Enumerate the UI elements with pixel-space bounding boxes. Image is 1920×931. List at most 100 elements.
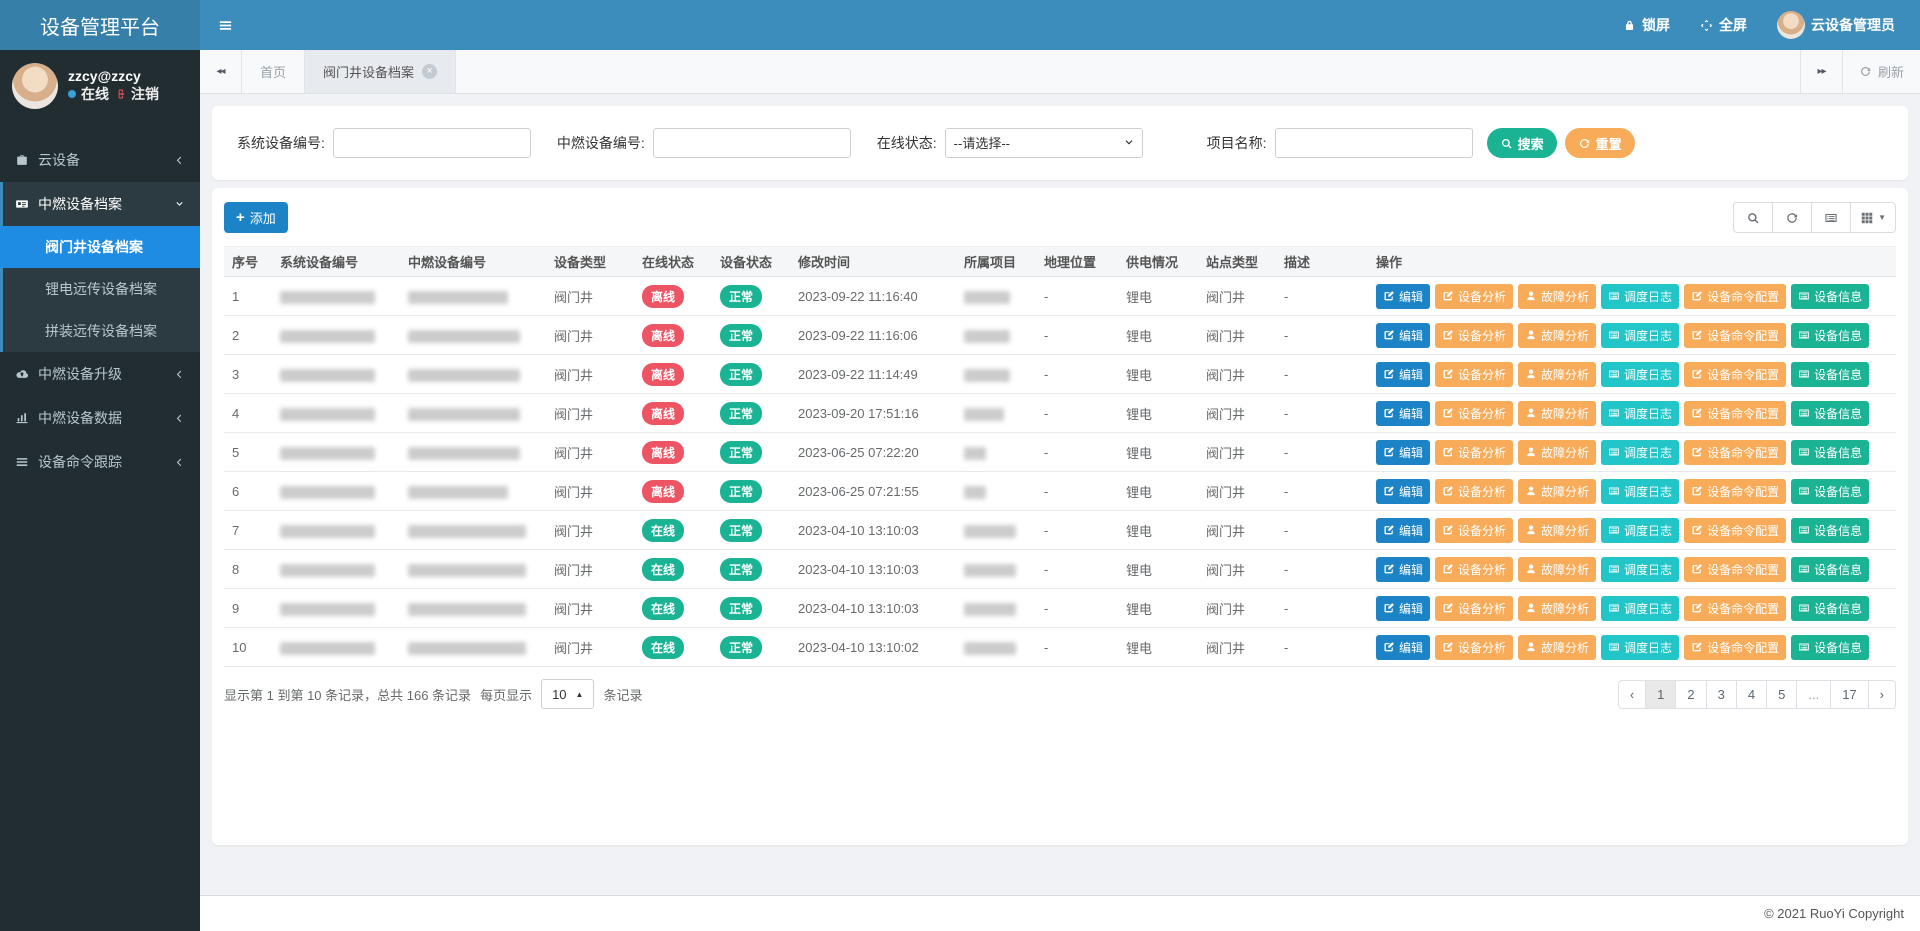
reset-button[interactable]: 重置 [1565, 128, 1635, 158]
device-command-config-button[interactable]: 设备命令配置 [1684, 596, 1786, 621]
dispatch-log-button[interactable]: 调度日志 [1601, 596, 1679, 621]
detail-view-button[interactable] [1811, 202, 1851, 233]
device-info-button[interactable]: 设备信息 [1791, 401, 1869, 426]
device-command-config-button[interactable]: 设备命令配置 [1684, 284, 1786, 309]
sidebar-item-cloud-device[interactable]: 云设备 [0, 138, 200, 182]
toggle-columns-button[interactable]: ▼ [1850, 202, 1896, 233]
system-device-no-input[interactable] [333, 128, 531, 158]
fault-analysis-button[interactable]: 故障分析 [1518, 401, 1596, 426]
edit-button[interactable]: 编辑 [1376, 362, 1430, 387]
device-analysis-button[interactable]: 设备分析 [1435, 557, 1513, 582]
device-command-config-button[interactable]: 设备命令配置 [1684, 362, 1786, 387]
refresh-tab-button[interactable]: 刷新 [1842, 50, 1920, 93]
page-17-link[interactable]: 17 [1830, 680, 1868, 709]
sidebar-item-zr-device-upgrade[interactable]: 中燃设备升级 [0, 352, 200, 396]
project-name-input[interactable] [1275, 128, 1473, 158]
edit-button[interactable]: 编辑 [1376, 401, 1430, 426]
page-next-link[interactable]: › [1868, 680, 1896, 709]
table-refresh-button[interactable] [1772, 202, 1812, 233]
device-command-config-button[interactable]: 设备命令配置 [1684, 557, 1786, 582]
device-analysis-button[interactable]: 设备分析 [1435, 518, 1513, 543]
device-info-button[interactable]: 设备信息 [1791, 596, 1869, 621]
fault-analysis-button[interactable]: 故障分析 [1518, 596, 1596, 621]
device-info-button[interactable]: 设备信息 [1791, 635, 1869, 660]
device-analysis-button[interactable]: 设备分析 [1435, 440, 1513, 465]
edit-button[interactable]: 编辑 [1376, 284, 1430, 309]
tabs-scroll-right-button[interactable]: ▸▸ [1800, 50, 1842, 93]
page-2-link[interactable]: 2 [1675, 680, 1706, 709]
device-command-config-button[interactable]: 设备命令配置 [1684, 635, 1786, 660]
dispatch-log-button[interactable]: 调度日志 [1601, 518, 1679, 543]
search-button[interactable]: 搜索 [1487, 128, 1557, 158]
tab-valve-well-archive[interactable]: 阀门井设备档案× [305, 50, 456, 93]
fault-analysis-button[interactable]: 故障分析 [1518, 284, 1596, 309]
device-command-config-button[interactable]: 设备命令配置 [1684, 479, 1786, 504]
sidebar-item-zr-device-archive[interactable]: 中燃设备档案 [3, 182, 200, 226]
device-analysis-button[interactable]: 设备分析 [1435, 362, 1513, 387]
sidebar-subitem-assembled-remote-archive[interactable]: 拼装远传设备档案 [3, 310, 200, 352]
fullscreen-button[interactable]: 全屏 [1685, 0, 1762, 50]
dispatch-log-button[interactable]: 调度日志 [1601, 323, 1679, 348]
edit-button[interactable]: 编辑 [1376, 596, 1430, 621]
tabs-scroll-left-button[interactable]: ◂◂ [200, 50, 242, 93]
device-command-config-button[interactable]: 设备命令配置 [1684, 518, 1786, 543]
page-ellipsis-link[interactable]: ... [1796, 680, 1831, 709]
device-analysis-button[interactable]: 设备分析 [1435, 596, 1513, 621]
dispatch-log-button[interactable]: 调度日志 [1601, 479, 1679, 504]
device-info-button[interactable]: 设备信息 [1791, 362, 1869, 387]
dispatch-log-button[interactable]: 调度日志 [1601, 401, 1679, 426]
edit-button[interactable]: 编辑 [1376, 440, 1430, 465]
page-1-link[interactable]: 1 [1645, 680, 1676, 709]
device-command-config-button[interactable]: 设备命令配置 [1684, 323, 1786, 348]
sidebar-subitem-valve-well-archive[interactable]: 阀门井设备档案 [0, 226, 200, 268]
fault-analysis-button[interactable]: 故障分析 [1518, 440, 1596, 465]
dispatch-log-button[interactable]: 调度日志 [1601, 440, 1679, 465]
add-button[interactable]: + 添加 [224, 202, 288, 233]
online-status-select[interactable]: --请选择-- [945, 128, 1143, 158]
lock-screen-button[interactable]: 锁屏 [1608, 0, 1685, 50]
fault-analysis-button[interactable]: 故障分析 [1518, 323, 1596, 348]
device-analysis-button[interactable]: 设备分析 [1435, 323, 1513, 348]
device-info-button[interactable]: 设备信息 [1791, 323, 1869, 348]
tab-close-icon[interactable]: × [422, 64, 437, 79]
page-5-link[interactable]: 5 [1766, 680, 1797, 709]
device-info-button[interactable]: 设备信息 [1791, 518, 1869, 543]
fault-analysis-button[interactable]: 故障分析 [1518, 479, 1596, 504]
dispatch-log-button[interactable]: 调度日志 [1601, 362, 1679, 387]
edit-button[interactable]: 编辑 [1376, 479, 1430, 504]
dispatch-log-button[interactable]: 调度日志 [1601, 557, 1679, 582]
device-info-button[interactable]: 设备信息 [1791, 440, 1869, 465]
device-analysis-button[interactable]: 设备分析 [1435, 635, 1513, 660]
page-4-link[interactable]: 4 [1736, 680, 1767, 709]
online-status-link[interactable]: 在线 [81, 84, 109, 104]
fault-analysis-button[interactable]: 故障分析 [1518, 362, 1596, 387]
edit-button[interactable]: 编辑 [1376, 557, 1430, 582]
fault-analysis-button[interactable]: 故障分析 [1518, 518, 1596, 543]
device-info-button[interactable]: 设备信息 [1791, 284, 1869, 309]
zr-device-no-input[interactable] [653, 128, 851, 158]
page-prev-link[interactable]: ‹ [1618, 680, 1646, 709]
edit-button[interactable]: 编辑 [1376, 323, 1430, 348]
fault-analysis-button[interactable]: 故障分析 [1518, 557, 1596, 582]
logout-link[interactable]: 注销 [131, 84, 159, 104]
device-analysis-button[interactable]: 设备分析 [1435, 401, 1513, 426]
app-logo[interactable]: 设备管理平台 [0, 0, 200, 50]
edit-button[interactable]: 编辑 [1376, 518, 1430, 543]
user-menu[interactable]: 云设备管理员 [1762, 0, 1910, 50]
dispatch-log-button[interactable]: 调度日志 [1601, 635, 1679, 660]
page-size-select[interactable]: 10 ▲ [541, 679, 594, 709]
edit-button[interactable]: 编辑 [1376, 635, 1430, 660]
sidebar-toggle-button[interactable] [200, 0, 251, 50]
device-analysis-button[interactable]: 设备分析 [1435, 479, 1513, 504]
sidebar-subitem-lithium-remote-archive[interactable]: 锂电远传设备档案 [3, 268, 200, 310]
device-analysis-button[interactable]: 设备分析 [1435, 284, 1513, 309]
fault-analysis-button[interactable]: 故障分析 [1518, 635, 1596, 660]
table-search-button[interactable] [1733, 202, 1773, 233]
device-command-config-button[interactable]: 设备命令配置 [1684, 440, 1786, 465]
device-info-button[interactable]: 设备信息 [1791, 557, 1869, 582]
page-3-link[interactable]: 3 [1706, 680, 1737, 709]
dispatch-log-button[interactable]: 调度日志 [1601, 284, 1679, 309]
tab-home[interactable]: 首页 [242, 50, 305, 93]
sidebar-item-device-command-tracking[interactable]: 设备命令跟踪 [0, 440, 200, 484]
device-command-config-button[interactable]: 设备命令配置 [1684, 401, 1786, 426]
